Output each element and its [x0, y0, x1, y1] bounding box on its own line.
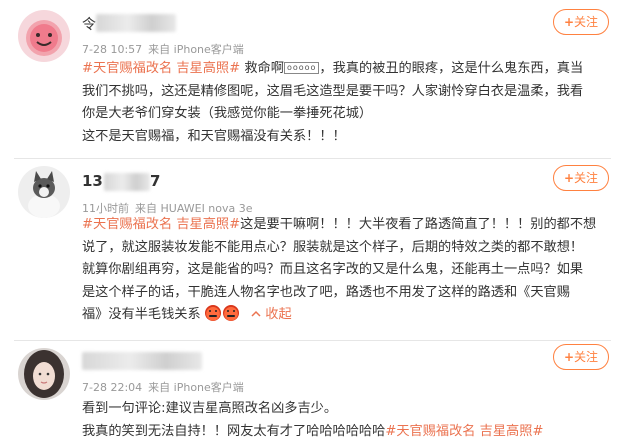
post-line: 看到一句评论:建议吉星高照改名凶多吉少。: [82, 401, 338, 416]
post-meta: 7-28 10:57 来自 iPhone客户端: [82, 41, 250, 57]
comment-post: 7-28 22:04 来自 iPhone客户端 +关注 看到一句评论:建议吉星高照…: [0, 340, 625, 448]
username-suffix: 7: [150, 172, 161, 190]
post-source: 来自 iPhone客户端: [148, 43, 244, 56]
post-line: 说了，就这服装妆发能不能用点心？服装就是这个样子，后期的特效之类的都不敢想！: [82, 239, 584, 255]
angry-emoji-icon: [222, 305, 239, 321]
avatar-cat-icon: [18, 166, 70, 218]
comment-post: 令 7-28 10:57 来自 iPhone客户端 +关注 #天官赐福改名 吉星高…: [0, 0, 625, 158]
post-body: 看到一句评论:建议吉星高照改名凶多吉少。 我真的笑到无法自持！！网友太有才了哈哈…: [82, 398, 612, 443]
post-line: #天官赐福改名 吉星高照#这是要干嘛啊！！！大半夜看了路透简直了！！！别的都不想: [82, 214, 612, 237]
post-line: 就算你剧组再穷，这是能省的吗？而且这名字改的又是什么鬼，还能再土一点吗？如果: [82, 262, 584, 277]
hashtag-link[interactable]: #天官赐福改名 吉星高照#: [82, 217, 240, 232]
username-blurred: [96, 14, 176, 32]
post-text: 我真的笑到无法自持！！网友太有才了哈哈哈哈哈哈: [82, 423, 386, 439]
post-line: 是这个样子的话，干脆连人物名字也改了吧，路透也不用发了这样的路透和《天官赐: [82, 284, 570, 300]
post-text: 福》没有半毛钱关系: [82, 307, 201, 322]
avatar-portrait-icon: [18, 348, 70, 400]
follow-button[interactable]: +关注: [553, 9, 609, 35]
hashtag-link[interactable]: #天官赐福改名 吉星高照#: [82, 61, 240, 76]
post-line: 我真的笑到无法自持！！网友太有才了哈哈哈哈哈哈#天官赐福改名 吉星高照#: [82, 421, 612, 444]
username-blurred: [104, 173, 150, 191]
avatar[interactable]: [18, 348, 70, 400]
post-line: 福》没有半毛钱关系 收起: [82, 304, 612, 327]
post-meta: 7-28 22:04 来自 iPhone客户端: [82, 379, 250, 395]
post-time[interactable]: 7-28 10:57: [82, 43, 142, 56]
username-prefix: 13: [82, 172, 103, 190]
post-body: #天官赐福改名 吉星高照# 救命啊 ooooo ，我真的被丑的眼疼，这是什么鬼东西，…: [82, 58, 612, 148]
avatar-smiley-icon: [18, 10, 70, 62]
collapse-label: 收起: [265, 307, 292, 322]
post-text: 救命啊: [240, 61, 284, 76]
censored-mark: ooooo: [283, 62, 320, 74]
follow-label: 关注: [574, 171, 599, 185]
username[interactable]: 13: [82, 172, 103, 190]
collapse-link[interactable]: 收起: [249, 307, 292, 322]
comment-post: 13 7 11小时前 来自 HUAWEI nova 3e +关注 #天官赐福改名 …: [0, 158, 625, 340]
post-text: ，我真的被丑的眼疼，这是什么鬼东西，真当: [319, 61, 584, 76]
post-line: 这不是天官赐福，和天官赐福没有关系！！！: [82, 128, 346, 144]
hashtag-link[interactable]: #天官赐福改名 吉星高照#: [385, 424, 543, 439]
username[interactable]: 令: [82, 14, 96, 34]
plus-icon: +: [563, 350, 575, 364]
post-text: 这是要干嘛啊！！！大半夜看了路透简直了！！！别的都不想: [240, 217, 597, 232]
post-time[interactable]: 7-28 22:04: [82, 381, 142, 394]
plus-icon: +: [563, 171, 575, 185]
collapse-arrow-icon: [251, 310, 261, 317]
avatar[interactable]: [18, 166, 70, 218]
follow-button[interactable]: +关注: [553, 165, 609, 191]
post-source: 来自 iPhone客户端: [148, 381, 244, 394]
follow-label: 关注: [574, 350, 599, 364]
angry-emoji-icon: [204, 305, 221, 321]
post-line: 我们不挑吗，这还是精修图呢，这眉毛这造型是要干吗？人家谢怜穿白衣是温柔，我看: [82, 83, 584, 99]
post-body: #天官赐福改名 吉星高照#这是要干嘛啊！！！大半夜看了路透简直了！！！别的都不想…: [82, 214, 612, 327]
follow-button[interactable]: +关注: [553, 344, 609, 370]
post-line: 你是大老爷们穿女装（我感觉你能一拳捶死花城）: [82, 106, 373, 121]
plus-icon: +: [563, 15, 575, 29]
post-line: #天官赐福改名 吉星高照# 救命啊 ooooo ，我真的被丑的眼疼，这是什么鬼东西，…: [82, 58, 612, 81]
follow-label: 关注: [574, 15, 599, 29]
username-blurred: [82, 352, 202, 370]
avatar[interactable]: [18, 10, 70, 62]
